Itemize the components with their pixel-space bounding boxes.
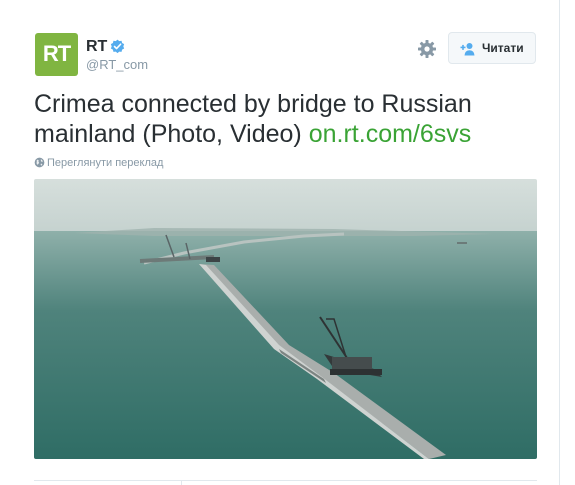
bridge-photo	[34, 179, 537, 459]
translate-label: Переглянути переклад	[47, 157, 164, 169]
gear-icon[interactable]	[417, 39, 437, 59]
follow-button[interactable]: Читати	[448, 32, 536, 64]
add-user-icon	[460, 43, 475, 56]
follow-button-label: Читати	[482, 41, 524, 55]
tweet-link[interactable]: on.rt.com/6svs	[309, 120, 472, 148]
timeline-border	[559, 0, 560, 485]
tweet-text: Crimea connected by bridge to Russian ma…	[34, 89, 554, 149]
avatar-logo-text: RT	[42, 41, 71, 66]
avatar[interactable]: RT	[35, 33, 78, 76]
actions-divider	[34, 480, 537, 481]
tweet-photo[interactable]	[34, 179, 537, 459]
verified-badge-icon	[110, 39, 125, 54]
actions-separator	[181, 481, 182, 485]
globe-icon	[34, 157, 45, 168]
tweet-card: RT RT @RT_com Читати Crimea connected by…	[0, 0, 559, 485]
account-name[interactable]: RT	[86, 37, 107, 56]
account-handle[interactable]: @RT_com	[86, 57, 148, 73]
